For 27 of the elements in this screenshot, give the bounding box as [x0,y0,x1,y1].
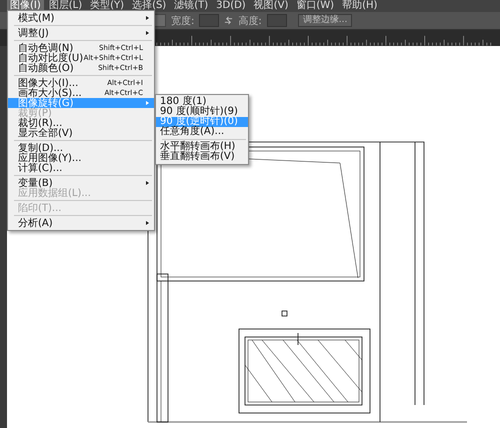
menu-item[interactable]: 变量(B) [8,178,154,188]
menu-item[interactable]: 模式(M) [8,13,154,23]
height-field[interactable] [266,14,287,28]
menu-bar-item[interactable]: 帮助(H) [339,0,380,12]
menu-item[interactable]: 调整(J) [8,28,154,38]
menu-bar-item[interactable]: 选择(S) [129,0,170,12]
submenu-item[interactable]: 水平翻转画布(H) [156,142,248,152]
submenu-item[interactable]: 180 度(1) [156,97,248,107]
menu-item[interactable]: 裁切(R)... [8,118,154,128]
submenu-item[interactable]: 任意角度(A)... [156,127,248,137]
menu-bar-item[interactable]: 视图(V) [250,0,292,12]
menu-item[interactable]: 分析(A) [8,218,154,228]
swap-icon[interactable] [224,16,234,26]
menu-bar-item[interactable]: 图层(L) [46,0,86,12]
submenu-item[interactable]: 90 度(顺时针)(9) [156,107,248,117]
refine-edge-button[interactable]: 调整边缘... [298,14,352,28]
menu-item[interactable]: 复制(D)... [8,143,154,153]
height-label: 高度: [238,14,262,28]
menu-bar-item[interactable]: 滤镜(T) [171,0,212,12]
submenu-item[interactable]: 垂直翻转画布(V) [156,152,248,162]
menu-item[interactable]: 应用图像(Y)... [8,153,154,163]
width-field[interactable] [199,14,220,28]
menu-bar-item[interactable]: 3D(D) [213,0,249,12]
menu-item[interactable]: 计算(C)... [8,163,154,173]
menu-item[interactable]: 显示全部(V) [8,128,154,138]
width-label: 宽度: [171,14,194,28]
menu-bar-item[interactable]: 类型(Y) [87,0,128,12]
